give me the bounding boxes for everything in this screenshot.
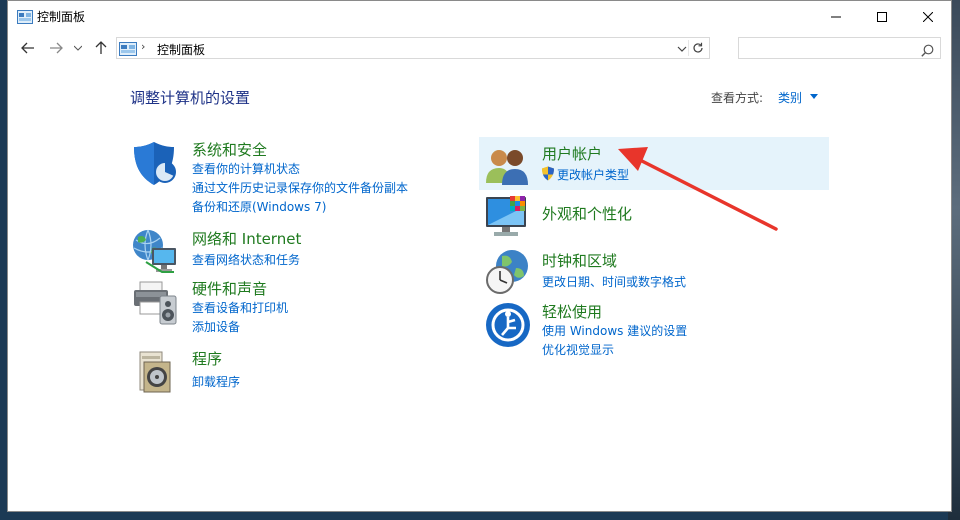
category-title[interactable]: 网络和 Internet xyxy=(192,228,301,249)
title-bar[interactable]: 控制面板 xyxy=(8,1,951,32)
forward-button[interactable] xyxy=(46,39,66,57)
page-title: 调整计算机的设置 xyxy=(130,89,251,107)
back-button[interactable] xyxy=(18,39,38,57)
window-title: 控制面板 xyxy=(37,10,86,24)
close-icon xyxy=(923,11,933,22)
link-uninstall-program[interactable]: 卸载程序 xyxy=(192,373,240,390)
minimize-button[interactable] xyxy=(813,1,859,32)
network-globe-icon xyxy=(133,229,176,273)
category-title[interactable]: 用户帐户 xyxy=(542,143,602,164)
refresh-button[interactable] xyxy=(688,40,707,56)
link-windows-recommended-settings[interactable]: 使用 Windows 建议的设置 xyxy=(542,322,687,339)
search-box[interactable] xyxy=(738,37,941,59)
link-devices-printers[interactable]: 查看设备和打印机 xyxy=(192,299,288,316)
shield-icon xyxy=(134,142,176,185)
control-panel-window: 控制面板 › 控制面板 调整计算机的设置 查看方式: 类别 系统和安全 查看你的… xyxy=(7,0,952,512)
control-panel-icon xyxy=(119,41,137,60)
forward-arrow-icon xyxy=(50,42,63,54)
navigation-bar: › 控制面板 xyxy=(8,32,951,64)
address-bar[interactable]: › 控制面板 xyxy=(116,37,710,59)
refresh-icon xyxy=(693,42,703,53)
recent-locations-button[interactable] xyxy=(71,39,85,57)
link-add-device[interactable]: 添加设备 xyxy=(192,318,240,335)
link-optimize-visual-display[interactable]: 优化视觉显示 xyxy=(542,341,614,358)
users-icon xyxy=(486,150,528,185)
search-input[interactable] xyxy=(743,40,917,58)
link-network-status[interactable]: 查看网络状态和任务 xyxy=(192,251,300,268)
maximize-icon xyxy=(877,11,887,22)
view-by-dropdown[interactable]: 类别 xyxy=(778,89,802,106)
back-arrow-icon xyxy=(21,42,34,54)
link-view-computer-status[interactable]: 查看你的计算机状态 xyxy=(192,160,300,177)
clock-globe-icon xyxy=(486,250,528,294)
category-title[interactable]: 硬件和声音 xyxy=(192,278,267,299)
address-dropdown-icon[interactable] xyxy=(677,41,687,60)
breadcrumb-separator-icon: › xyxy=(141,40,146,53)
minimize-icon xyxy=(831,16,841,17)
link-change-date-time-format[interactable]: 更改日期、时间或数字格式 xyxy=(542,273,686,290)
monitor-icon xyxy=(486,196,526,236)
category-title[interactable]: 时钟和区域 xyxy=(542,250,617,271)
printer-speaker-icon xyxy=(134,281,177,325)
uac-shield-icon xyxy=(542,166,554,181)
chevron-down-icon xyxy=(74,45,82,51)
link-file-history-backup[interactable]: 通过文件历史记录保存你的文件备份副本 xyxy=(192,179,408,196)
accessibility-icon xyxy=(486,303,530,347)
control-panel-icon xyxy=(17,9,33,28)
programs-icon xyxy=(139,351,171,393)
close-button[interactable] xyxy=(905,1,951,32)
maximize-button[interactable] xyxy=(859,1,905,32)
view-by-label: 查看方式: xyxy=(711,91,764,105)
category-title[interactable]: 轻松使用 xyxy=(542,301,602,322)
up-button[interactable] xyxy=(91,39,111,57)
breadcrumb-control-panel[interactable]: 控制面板 xyxy=(157,41,205,58)
category-title[interactable]: 程序 xyxy=(192,348,222,369)
search-icon[interactable] xyxy=(921,42,934,61)
link-backup-restore[interactable]: 备份和还原(Windows 7) xyxy=(192,198,326,215)
category-title[interactable]: 系统和安全 xyxy=(192,139,267,160)
up-arrow-icon xyxy=(95,41,107,54)
annotation-arrow-icon xyxy=(618,147,778,231)
chevron-down-icon[interactable] xyxy=(810,94,818,99)
